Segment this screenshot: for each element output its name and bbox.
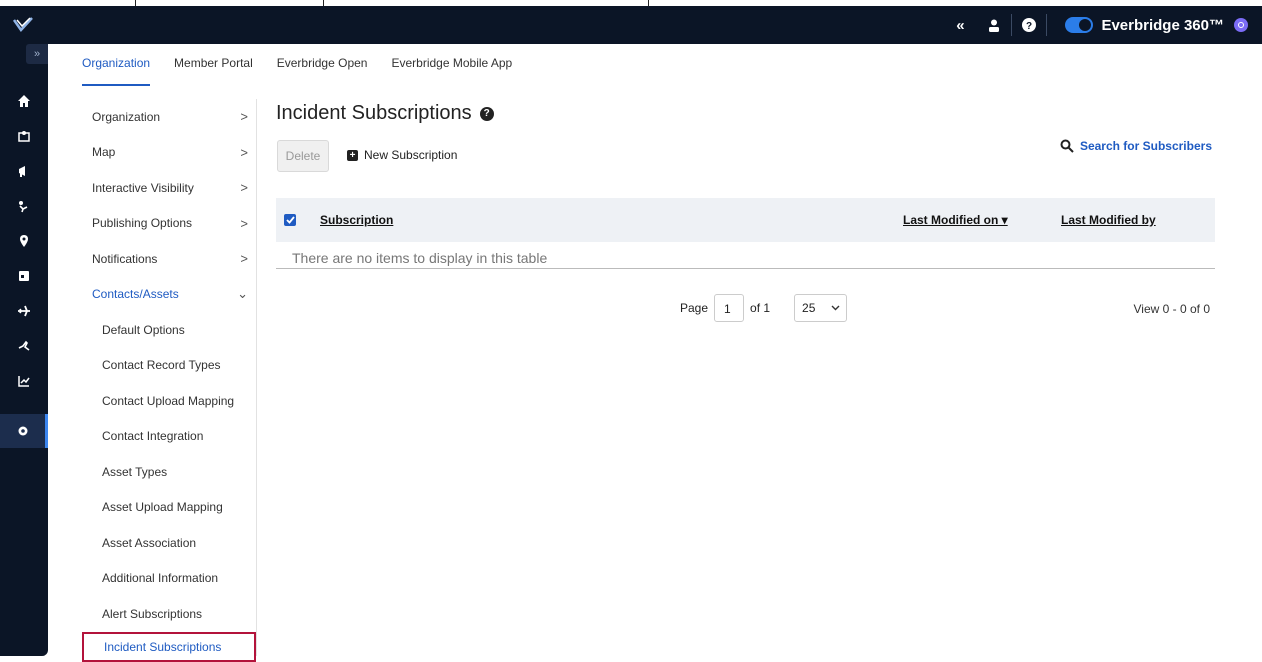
help-icon[interactable]: ? <box>1012 6 1046 44</box>
tab-everbridge-open[interactable]: Everbridge Open <box>277 56 368 86</box>
sidebar-item-label: Organization <box>92 109 161 124</box>
sidebar-item-asset-upload-mapping[interactable]: Asset Upload Mapping <box>82 490 256 526</box>
column-header-subscription[interactable]: Subscription <box>320 213 393 227</box>
analytics-icon[interactable] <box>0 364 48 398</box>
flight-icon[interactable] <box>0 329 48 363</box>
sidebar-item-label: Contacts/Assets <box>92 287 179 302</box>
tab-organization[interactable]: Organization <box>82 56 151 86</box>
view-count: View 0 - 0 of 0 <box>1133 302 1211 316</box>
sidebar-item-contact-integration[interactable]: Contact Integration <box>82 419 256 455</box>
table-header: Subscription Last Modified on ▾ Last Mod… <box>276 198 1215 242</box>
column-header-last-modified-on[interactable]: Last Modified on ▾ <box>903 213 1008 227</box>
page-total-label: of 1 <box>750 301 771 315</box>
chevron-right-icon: > <box>240 144 248 160</box>
brand-name: Everbridge 360™ <box>1101 16 1224 34</box>
left-rail: » <box>0 44 48 656</box>
side-nav: Organization > Map > Interactive Visibilit… <box>82 99 256 662</box>
chevron-down-icon <box>831 305 840 311</box>
top-bar: « ? Everbridge 360™ <box>0 6 1262 44</box>
sidebar-item-incident-subscriptions[interactable]: Incident Subscriptions <box>82 631 256 662</box>
sidebar-item-default-options[interactable]: Default Options <box>82 312 256 348</box>
search-subscribers-link[interactable]: Search for Subscribers <box>1060 139 1212 153</box>
travel-icon[interactable] <box>0 294 48 328</box>
sidebar-item-contacts-assets[interactable]: Contacts/Assets ⌄ <box>82 277 256 313</box>
chevron-right-icon: > <box>240 109 248 125</box>
chevron-right-icon: > <box>240 180 248 196</box>
settings-tabs: Organization Member Portal Everbridge Op… <box>82 56 512 86</box>
sidebar-item-organization[interactable]: Organization > <box>82 99 256 135</box>
empty-table-message: There are no items to display in this ta… <box>276 250 1215 269</box>
sidebar-item-contact-upload-mapping[interactable]: Contact Upload Mapping <box>82 383 256 419</box>
search-icon <box>1060 139 1074 153</box>
sidebar-item-interactive-visibility[interactable]: Interactive Visibility > <box>82 170 256 206</box>
tab-everbridge-mobile-app[interactable]: Everbridge Mobile App <box>391 56 512 86</box>
page-size-select[interactable]: 25 <box>794 294 848 322</box>
separator <box>1046 14 1048 36</box>
page-number-input[interactable]: 1 <box>714 294 745 322</box>
sidebar-item-label: Notifications <box>92 251 158 266</box>
pagination: Page 1 of 1 25 <box>680 294 848 322</box>
notification-badge-icon[interactable] <box>1234 18 1248 32</box>
theme-toggle[interactable] <box>1065 17 1094 33</box>
new-subscription-label: New Subscription <box>364 148 458 162</box>
chevron-down-icon: ⌄ <box>237 286 248 302</box>
sidebar-item-asset-types[interactable]: Asset Types <box>82 454 256 490</box>
svg-text:?: ? <box>1026 21 1032 32</box>
calendar-icon[interactable] <box>0 259 48 293</box>
page-size-value: 25 <box>802 301 816 315</box>
user-icon[interactable] <box>977 6 1011 44</box>
new-subscription-button[interactable]: + New Subscription <box>347 148 457 162</box>
sidebar-item-map[interactable]: Map > <box>82 135 256 171</box>
sidebar-item-publishing-options[interactable]: Publishing Options > <box>82 206 256 242</box>
sidebar-item-label: Interactive Visibility <box>92 180 194 195</box>
chevron-right-icon: > <box>240 251 248 267</box>
tab-member-portal[interactable]: Member Portal <box>174 56 253 86</box>
sidebar-item-label: Publishing Options <box>92 216 193 231</box>
expand-rail-button[interactable]: » <box>26 44 48 64</box>
help-icon[interactable]: ? <box>479 106 494 121</box>
sidebar-item-notifications[interactable]: Notifications > <box>82 241 256 277</box>
column-header-last-modified-by[interactable]: Last Modified by <box>1061 213 1156 227</box>
sidenav-divider <box>256 99 257 656</box>
select-all-checkbox[interactable] <box>284 214 296 226</box>
sidebar-item-asset-association[interactable]: Asset Association <box>82 525 256 561</box>
plus-icon: + <box>347 149 358 161</box>
delete-button[interactable]: Delete <box>277 140 329 172</box>
map-icon[interactable] <box>0 119 48 153</box>
page-header: Incident Subscriptions ? <box>276 102 494 125</box>
sidebar-item-alert-subscriptions[interactable]: Alert Subscriptions <box>82 596 256 632</box>
sidebar-item-contact-record-types[interactable]: Contact Record Types <box>82 348 256 384</box>
megaphone-icon[interactable] <box>0 154 48 188</box>
chevron-right-icon: > <box>240 215 248 231</box>
home-icon[interactable] <box>0 84 48 118</box>
sidebar-item-additional-information[interactable]: Additional Information <box>82 561 256 597</box>
collapse-icon[interactable]: « <box>943 6 977 44</box>
settings-icon[interactable] <box>0 414 48 448</box>
incident-icon[interactable] <box>0 189 48 223</box>
sidebar-item-label: Map <box>92 145 116 160</box>
page-label: Page <box>680 301 709 315</box>
location-icon[interactable] <box>0 224 48 258</box>
search-subscribers-label: Search for Subscribers <box>1079 139 1212 153</box>
page-title: Incident Subscriptions <box>276 102 472 124</box>
everbridge-logo-icon[interactable] <box>12 16 34 34</box>
